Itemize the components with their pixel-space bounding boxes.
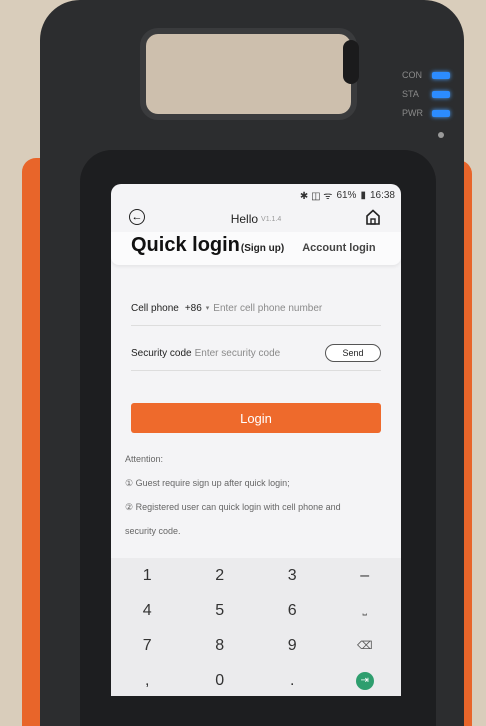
space-icon[interactable]: ⎵ [329,593,402,628]
login-tabs: Quick login (Sign up) Account login [111,232,401,265]
security-row: Security code Send [131,336,381,371]
version-label: V1.1.4 [261,215,282,223]
key-2[interactable]: 2 [184,558,257,593]
key-1[interactable]: 1 [111,558,184,593]
enter-key[interactable]: ⇥ [329,663,402,696]
numeric-keypad: 1 2 3 – 4 5 6 ⎵ 7 8 9 ⌫ , 0 . ⇥ [111,558,401,696]
led-label-sta: STA [402,89,419,99]
key-minus[interactable]: – [329,558,402,593]
key-3[interactable]: 3 [256,558,329,593]
security-code-input[interactable] [194,347,305,359]
country-code-selector[interactable]: +86 [185,303,202,314]
key-0[interactable]: 0 [184,663,257,696]
key-comma[interactable]: , [111,663,184,696]
key-dot[interactable]: . [256,663,329,696]
home-icon[interactable] [365,208,381,226]
status-bar: ✱ ◫ ᯤ 61% ▮ 16:38 [111,184,401,206]
key-9[interactable]: 9 [256,628,329,663]
clock: 16:38 [369,189,395,201]
attention-title: Attention: [125,454,164,464]
tab-sign-up[interactable]: (Sign up) [241,243,284,254]
battery-percent: 61% [336,189,357,201]
led-label-pwr: PWR [402,108,423,118]
device-slot [343,40,359,84]
back-arrow-icon[interactable]: ← [129,209,145,225]
device-sensor [438,132,444,138]
send-code-button[interactable]: Send [325,344,381,362]
security-label: Security code [131,347,192,359]
led-sta-indicator [432,91,450,98]
led-label-con: CON [402,70,422,80]
top-bar: ← Hello V1.1.4 [111,206,401,232]
attention-line-2: ② Registered user can quick login with c… [125,502,341,512]
led-pwr-indicator [432,110,450,117]
device-handle [140,28,357,120]
phone-row: Cell phone +86 ▾ [131,291,381,326]
login-button[interactable]: Login [131,403,381,433]
key-4[interactable]: 4 [111,593,184,628]
phone-input[interactable] [213,302,354,314]
led-con-indicator [432,72,450,79]
battery-icon: ▮ [360,189,366,201]
key-8[interactable]: 8 [184,628,257,663]
tab-quick-login[interactable]: Quick login [131,234,240,257]
attention-notes: Attention: ① Guest require sign up after… [125,447,401,543]
phone-label: Cell phone [131,302,179,314]
key-6[interactable]: 6 [256,593,329,628]
enter-icon[interactable]: ⇥ [355,671,374,690]
chevron-down-icon[interactable]: ▾ [206,304,210,312]
backspace-icon[interactable]: ⌫ [329,628,402,663]
key-7[interactable]: 7 [111,628,184,663]
status-icons: ✱ ◫ ᯤ [299,191,333,202]
device-screen: ✱ ◫ ᯤ 61% ▮ 16:38 ← Hello V1.1.4 Quick l… [111,184,401,696]
attention-line-3: security code. [125,526,181,536]
tab-account-login[interactable]: Account login [302,242,375,254]
page-title: Hello [230,212,259,226]
attention-line-1: ① Guest require sign up after quick logi… [125,478,290,488]
key-5[interactable]: 5 [184,593,257,628]
